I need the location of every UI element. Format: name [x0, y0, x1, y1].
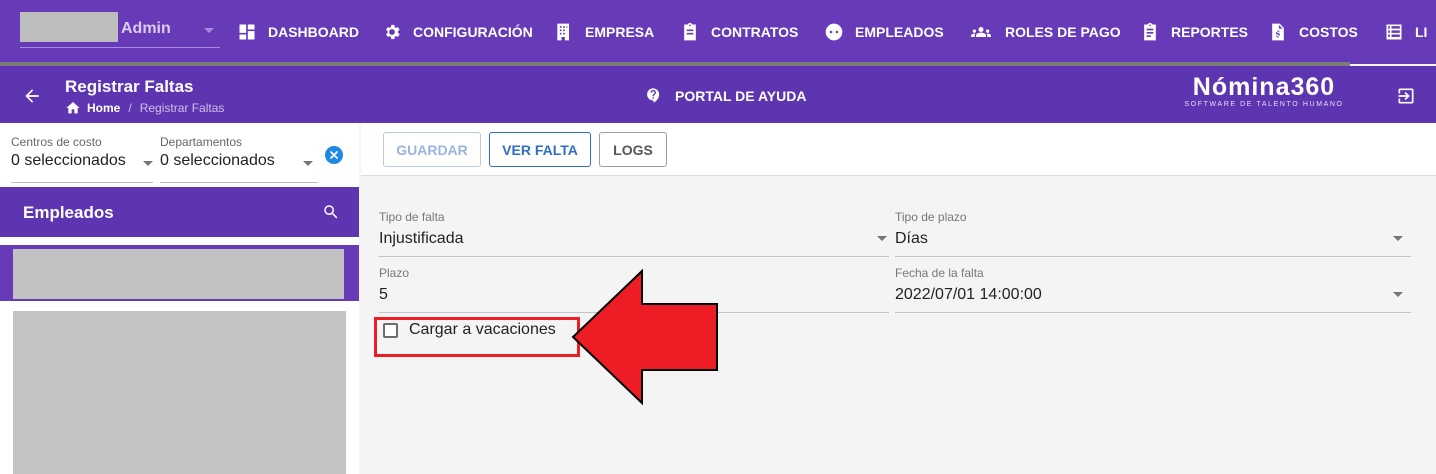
- nav-item-roles-de-pago[interactable]: ROLES DE PAGO: [968, 20, 1121, 44]
- search-icon[interactable]: [322, 203, 340, 221]
- dashboard-icon: [239, 24, 255, 40]
- building-icon: [557, 23, 569, 41]
- term-type-underline: [895, 256, 1411, 257]
- nav-item-costos[interactable]: COSTOS: [1268, 20, 1358, 44]
- nav-item-label: DASHBOARD: [268, 24, 359, 40]
- help-portal-label: PORTAL DE AYUDA: [675, 87, 807, 104]
- absence-type-label: Tipo de falta: [379, 210, 445, 224]
- list-icon: [1386, 24, 1402, 40]
- cost-center-label: Centros de costo: [11, 135, 102, 149]
- user-menu[interactable]: Admin: [20, 12, 220, 48]
- breadcrumb: Home / Registrar Faltas: [65, 100, 224, 116]
- nav-item-empresa[interactable]: EMPRESA: [554, 20, 654, 44]
- nav-item-label: COSTOS: [1299, 24, 1358, 40]
- caret-down-icon: [204, 28, 214, 33]
- home-icon: [66, 102, 80, 114]
- action-toolbar: GUARDAR VER FALTA LOGS: [361, 123, 1436, 176]
- breadcrumb-current: Registrar Faltas: [139, 101, 225, 115]
- absence-date-label: Fecha de la falta: [895, 266, 984, 280]
- nav-item-label: EMPRESA: [585, 24, 655, 40]
- cost-center-value[interactable]: 0 seleccionados: [11, 152, 126, 170]
- nav-item-label: CONTRATOS: [711, 24, 799, 40]
- brand-tagline: SOFTWARE DE TALENTO HUMANO: [1184, 101, 1344, 108]
- page-title: Registrar Faltas: [65, 77, 194, 96]
- redacted-user-avatar: [20, 12, 118, 42]
- department-label: Departamentos: [160, 135, 243, 149]
- help-bubble-icon: [647, 88, 660, 103]
- close-icon: [330, 151, 338, 159]
- nav-item-empleados[interactable]: EMPLEADOS: [824, 20, 944, 44]
- caret-down-icon[interactable]: [1393, 236, 1403, 241]
- nav-item-label: CONFIGURACIÓN: [413, 24, 533, 40]
- department-underline: [160, 182, 318, 183]
- caret-down-icon[interactable]: [1393, 292, 1403, 297]
- redacted-employee-card: [13, 249, 344, 299]
- save-button[interactable]: GUARDAR: [383, 132, 481, 167]
- department-value[interactable]: 0 seleccionados: [160, 152, 275, 170]
- term-field[interactable]: Plazo 5: [379, 266, 409, 304]
- page-header: Registrar Faltas Home / Registrar Faltas…: [0, 66, 1436, 123]
- nav-item-label: LI: [1415, 24, 1428, 40]
- nav-item-reportes[interactable]: REPORTES: [1140, 20, 1248, 44]
- brand-name: Nómina360: [1192, 73, 1336, 101]
- nav-item-li[interactable]: LI: [1384, 20, 1427, 44]
- back-arrow-icon[interactable]: [22, 86, 42, 106]
- cost-center-underline: [11, 182, 153, 183]
- gear-icon: [386, 24, 400, 40]
- clipboard-list-icon: [1144, 22, 1156, 41]
- view-absence-button[interactable]: VER FALTA: [489, 132, 591, 167]
- clear-filters-button[interactable]: [325, 146, 343, 164]
- nav-item-configuracion[interactable]: CONFIGURACIÓN: [382, 20, 533, 44]
- people-icon: [971, 27, 991, 37]
- redacted-employee-list: [13, 311, 346, 474]
- selected-employee-row[interactable]: [0, 245, 359, 301]
- absence-date-underline: [895, 312, 1411, 313]
- caret-down-icon[interactable]: [143, 161, 153, 166]
- term-type-field[interactable]: Tipo de plazo Días: [895, 210, 967, 248]
- nav-item-label: REPORTES: [1171, 24, 1249, 40]
- absence-type-field[interactable]: Tipo de falta Injustificada: [379, 210, 464, 248]
- term-type-value[interactable]: Días: [895, 230, 967, 248]
- cost-file-icon: [1272, 23, 1284, 41]
- caret-down-icon[interactable]: [877, 236, 887, 241]
- employees-header: Empleados: [0, 187, 359, 237]
- absence-type-value[interactable]: Injustificada: [379, 230, 464, 248]
- user-name: Admin: [121, 20, 171, 37]
- term-type-label: Tipo de plazo: [895, 210, 967, 224]
- logs-button[interactable]: LOGS: [599, 132, 667, 167]
- breadcrumb-separator: /: [128, 101, 132, 115]
- brand-logo: Nómina360 SOFTWARE DE TALENTO HUMANO: [1174, 73, 1354, 108]
- term-value[interactable]: 5: [379, 286, 409, 304]
- logout-icon[interactable]: [1396, 86, 1416, 106]
- caret-down-icon[interactable]: [303, 161, 313, 166]
- absence-date-value[interactable]: 2022/07/01 14:00:00: [895, 286, 1042, 304]
- annotation-arrow-icon: [571, 268, 718, 406]
- clipboard-icon: [684, 22, 696, 41]
- department-filter[interactable]: Departamentos 0 seleccionados: [160, 135, 275, 170]
- nav-item-contratos[interactable]: CONTRATOS: [680, 20, 798, 44]
- cost-center-filter[interactable]: Centros de costo 0 seleccionados: [11, 135, 126, 170]
- annotation-highlight-box: [374, 317, 580, 357]
- nav-item-label: EMPLEADOS: [855, 24, 944, 40]
- breadcrumb-home[interactable]: Home: [87, 101, 120, 115]
- absence-type-underline: [379, 256, 889, 257]
- nav-item-dashboard[interactable]: DASHBOARD: [237, 20, 359, 44]
- absence-date-field[interactable]: Fecha de la falta 2022/07/01 14:00:00: [895, 266, 1042, 304]
- employees-title: Empleados: [23, 203, 114, 222]
- face-icon: [825, 23, 843, 41]
- help-portal-link[interactable]: PORTAL DE AYUDA: [645, 87, 806, 104]
- top-navigation-bar: Admin DASHBOARD CONFIGURACIÓN EMPRESA CO…: [0, 0, 1436, 64]
- employee-sidebar: Centros de costo 0 seleccionados Departa…: [0, 123, 359, 474]
- term-label: Plazo: [379, 266, 410, 280]
- nav-item-label: ROLES DE PAGO: [1005, 24, 1121, 40]
